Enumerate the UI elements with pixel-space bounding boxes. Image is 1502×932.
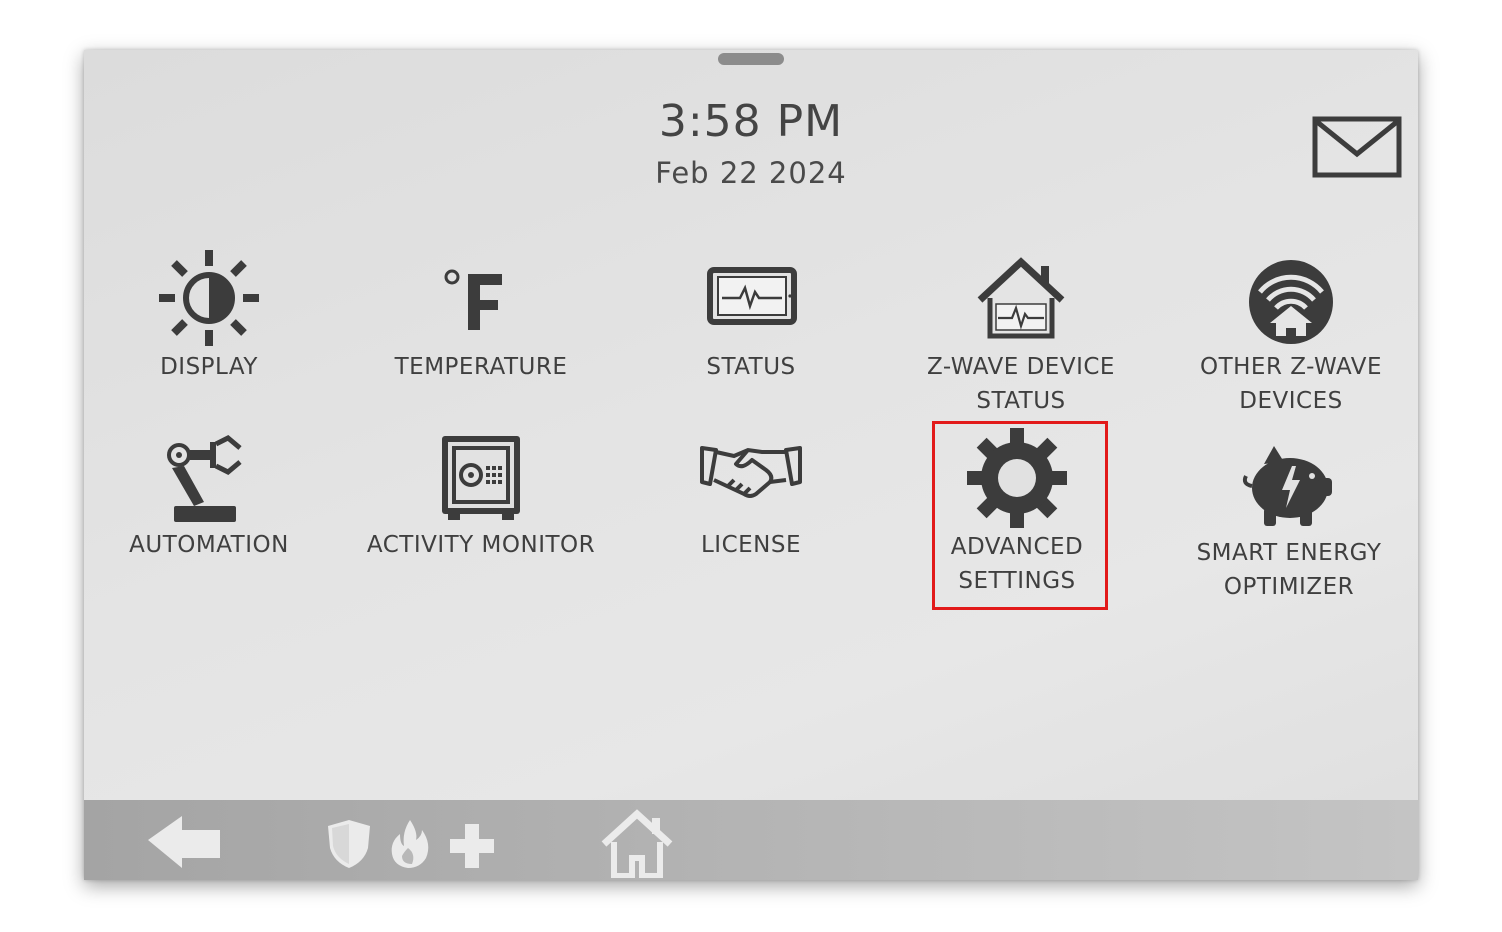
- tile-zwave-device-status[interactable]: Z-WAVE DEVICE STATUS: [896, 246, 1146, 418]
- tile-label: AUTOMATION: [129, 532, 289, 558]
- pull-down-handle[interactable]: [718, 53, 784, 65]
- back-button[interactable]: [146, 814, 222, 874]
- fire-icon: [391, 820, 429, 868]
- tile-label: TEMPERATURE: [394, 354, 568, 380]
- tablet-heartbeat-icon: [707, 267, 797, 325]
- clock-date: Feb 22 2024: [655, 156, 847, 190]
- touchscreen-panel: 3:58 PM Feb 22 2024 DISPLAY TEMPERATURE …: [84, 50, 1418, 880]
- shield-icon: [328, 820, 370, 868]
- tile-status[interactable]: STATUS: [626, 246, 876, 384]
- piggy-bank-icon: [1242, 446, 1332, 526]
- medical-plus-icon: [450, 824, 494, 868]
- medical-button[interactable]: [448, 822, 496, 874]
- tile-other-zwave-devices[interactable]: OTHER Z-WAVE DEVICES: [1166, 246, 1416, 418]
- home-icon: [601, 809, 673, 879]
- wifi-home-icon: [1249, 260, 1333, 344]
- tile-temperature[interactable]: TEMPERATURE: [356, 246, 606, 384]
- tile-automation[interactable]: AUTOMATION: [84, 430, 334, 562]
- tile-label: ACTIVITY MONITOR: [366, 532, 596, 558]
- fahrenheit-icon: [444, 269, 502, 330]
- fire-button[interactable]: [388, 818, 432, 874]
- gear-icon: [967, 428, 1067, 528]
- brightness-icon: [159, 250, 259, 346]
- tile-license[interactable]: LICENSE: [626, 430, 876, 562]
- back-arrow-icon: [148, 816, 220, 868]
- tile-activity-monitor[interactable]: ACTIVITY MONITOR: [356, 430, 606, 562]
- tile-label: STATUS: [706, 354, 796, 380]
- tile-label: LICENSE: [700, 532, 802, 558]
- security-button[interactable]: [326, 818, 372, 874]
- robot-arm-icon: [167, 435, 242, 522]
- home-button[interactable]: [600, 808, 674, 880]
- handshake-icon: [700, 446, 802, 498]
- safe-icon: [442, 436, 520, 520]
- tile-label: SMART ENERGY OPTIMIZER: [1196, 540, 1382, 600]
- bottom-nav-bar: [84, 800, 1418, 880]
- envelope-icon: [1312, 116, 1402, 178]
- tile-label: ADVANCED SETTINGS: [950, 534, 1084, 594]
- house-heartbeat-icon: [977, 257, 1065, 339]
- tile-label: OTHER Z-WAVE DEVICES: [1199, 354, 1382, 414]
- tile-smart-energy-optimizer[interactable]: SMART ENERGY OPTIMIZER: [1164, 436, 1414, 604]
- messages-button[interactable]: [1312, 116, 1402, 178]
- tile-label: DISPLAY: [160, 354, 258, 380]
- clock-time: 3:58 PM: [658, 96, 844, 147]
- tile-display[interactable]: DISPLAY: [84, 246, 334, 384]
- tile-label: Z-WAVE DEVICE STATUS: [927, 354, 1115, 414]
- tile-advanced-settings[interactable]: ADVANCED SETTINGS: [892, 426, 1142, 598]
